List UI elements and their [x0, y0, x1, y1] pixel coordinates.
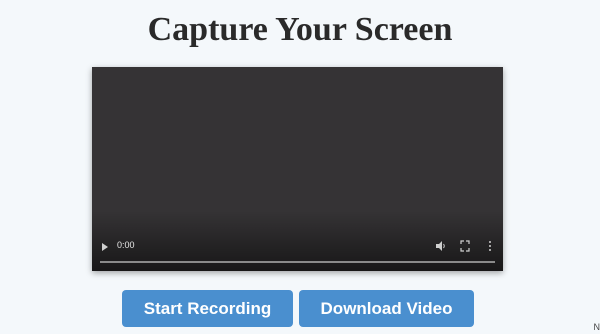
video-player[interactable]: 0:00 [92, 67, 503, 271]
video-controls: 0:00 [92, 231, 503, 271]
corner-glyph: N [593, 322, 600, 332]
volume-icon[interactable] [435, 240, 447, 252]
progress-bar[interactable] [100, 261, 495, 263]
current-time: 0:00 [117, 240, 135, 250]
start-recording-button[interactable]: Start Recording [122, 290, 293, 327]
fullscreen-icon[interactable] [460, 240, 470, 252]
page-title: Capture Your Screen [147, 11, 453, 48]
play-icon[interactable] [102, 243, 108, 251]
more-options-icon[interactable] [487, 240, 493, 252]
download-video-button[interactable]: Download Video [299, 290, 474, 327]
page: Capture Your Screen 0:00 Start Recording… [0, 0, 600, 334]
